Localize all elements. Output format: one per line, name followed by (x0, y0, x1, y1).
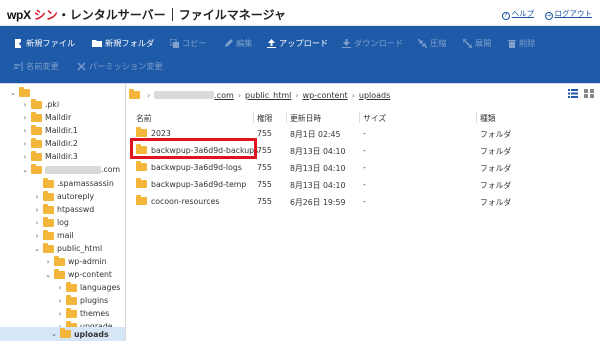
logout-link[interactable]: → ログアウト (544, 9, 592, 20)
folder-icon (31, 150, 42, 161)
upload-button[interactable]: アップロード (267, 34, 328, 52)
new-file-button[interactable]: 新規ファイル (14, 34, 75, 52)
file-list-header: 名前 権限 更新日時 サイズ 種類 (130, 111, 596, 125)
list-view-icon[interactable] (568, 89, 578, 98)
folder-icon (136, 195, 147, 205)
folder-icon (66, 307, 77, 318)
column-size[interactable]: サイズ (363, 113, 386, 124)
tree-item-selected[interactable]: ⌄ uploads (0, 327, 125, 341)
folder-icon (19, 86, 30, 97)
tree-item[interactable]: › Maildir.2 (21, 137, 78, 150)
tree-item[interactable]: › Maildir.3 (21, 150, 78, 163)
folder-icon (43, 242, 54, 253)
download-button[interactable]: ダウンロード (342, 34, 403, 52)
file-row[interactable]: backwpup-3a6d9d-temp 755 8月13日 04:10- フォルダ (130, 177, 596, 191)
tree-item[interactable]: › log (33, 216, 69, 229)
column-permission[interactable]: 権限 (257, 113, 273, 124)
breadcrumb: › .com › public_html › wp-content › uplo… (129, 87, 581, 103)
folder-icon (43, 177, 54, 188)
folder-icon (31, 98, 42, 109)
compress-icon (418, 38, 427, 48)
folder-icon (43, 229, 54, 240)
rename-button[interactable]: 名前変更 (14, 57, 59, 75)
tree-item[interactable]: › plugins (56, 294, 108, 307)
folder-tree: ⌄ › .pki › Maildir › Maildir.1 › Maildir.2 ›… (0, 84, 126, 341)
column-name[interactable]: 名前 (136, 113, 152, 124)
tree-item[interactable]: › mail (33, 229, 74, 242)
grid-view-icon[interactable] (584, 89, 594, 98)
tree-item[interactable]: › languages (56, 281, 120, 294)
new-folder-button[interactable]: 新規フォルダ (92, 34, 154, 52)
folder-icon (31, 163, 42, 174)
tree-item[interactable]: › .pki (21, 98, 59, 111)
tree-item[interactable]: › Maildir (21, 111, 71, 124)
folder-icon (136, 178, 147, 188)
tree-item[interactable]: › autoreply (33, 190, 94, 203)
expand-icon (463, 38, 472, 48)
tree-item[interactable]: › themes (56, 307, 109, 320)
new-file-icon (15, 38, 23, 48)
folder-icon (31, 111, 42, 122)
compress-button[interactable]: 圧縮 (418, 34, 446, 52)
breadcrumb-domain[interactable]: .com (214, 91, 234, 100)
folder-icon (60, 328, 71, 338)
tree-item[interactable]: › wp-admin (44, 255, 107, 268)
folder-icon (66, 294, 77, 305)
column-type[interactable]: 種類 (480, 113, 496, 124)
folder-icon (66, 281, 77, 292)
file-row[interactable]: backwpup-3a6d9d-logs 755 8月13日 04:10- フォルダ (130, 160, 596, 174)
folder-icon (43, 203, 54, 214)
edit-button[interactable]: 編集 (224, 34, 252, 52)
folder-icon (31, 137, 42, 148)
toolbar: 新規ファイル 新規フォルダ コピー 編集 アップロード ダウンロード 圧縮 展開… (0, 26, 600, 83)
folder-icon (136, 127, 147, 137)
app-header: wpX シン・レンタルサーバー ファイルマネージャ ? ヘルプ → ログアウト (0, 0, 600, 26)
folder-icon (43, 216, 54, 227)
home-folder-icon[interactable] (129, 89, 140, 99)
tree-item[interactable]: › htpasswd (33, 203, 94, 216)
trash-icon (508, 39, 516, 48)
edit-icon (225, 38, 233, 47)
breadcrumb-public-html[interactable]: public_html (245, 91, 291, 100)
column-modified[interactable]: 更新日時 (290, 113, 321, 124)
expand-button[interactable]: 展開 (463, 34, 491, 52)
app-logo: wpX シン・レンタルサーバー ファイルマネージャ (7, 8, 286, 22)
new-folder-icon (92, 40, 102, 47)
folder-icon (31, 124, 42, 135)
folder-icon (43, 190, 54, 201)
copy-button[interactable]: コピー (170, 34, 207, 52)
help-link[interactable]: ? ヘルプ (501, 9, 534, 20)
help-icon: ? (501, 12, 510, 20)
tree-item[interactable]: › Maildir.1 (21, 124, 78, 137)
permission-icon (77, 62, 86, 70)
redacted-domain (154, 91, 215, 99)
app-title: ファイルマネージャ (178, 8, 286, 22)
main-area: ⌄ › .pki › Maildir › Maildir.1 › Maildir.2 ›… (0, 83, 600, 341)
folder-icon (136, 161, 147, 171)
tree-item[interactable]: .spamassassin (33, 177, 114, 190)
breadcrumb-uploads[interactable]: uploads (359, 91, 390, 100)
breadcrumb-wp-content[interactable]: wp-content (303, 91, 348, 100)
tree-item[interactable]: ⌄ wp-content (44, 268, 112, 281)
rename-icon (14, 61, 23, 71)
permission-change-button[interactable]: パーミッション変更 (77, 57, 163, 75)
tree-item-domain[interactable]: ⌄ .com (21, 163, 120, 176)
logout-icon: → (544, 12, 553, 20)
delete-button[interactable]: 削除 (508, 34, 535, 52)
copy-icon (170, 38, 179, 48)
file-row[interactable]: cocoon-resources 755 6月26日 19:59- フォルダ (130, 194, 596, 208)
download-icon (342, 38, 351, 48)
redacted-domain (45, 165, 101, 174)
upload-icon (267, 38, 276, 48)
folder-icon (54, 255, 65, 266)
highlight-box (130, 138, 257, 159)
tree-item[interactable]: ⌄ public_html (33, 242, 102, 255)
folder-icon (54, 268, 65, 279)
